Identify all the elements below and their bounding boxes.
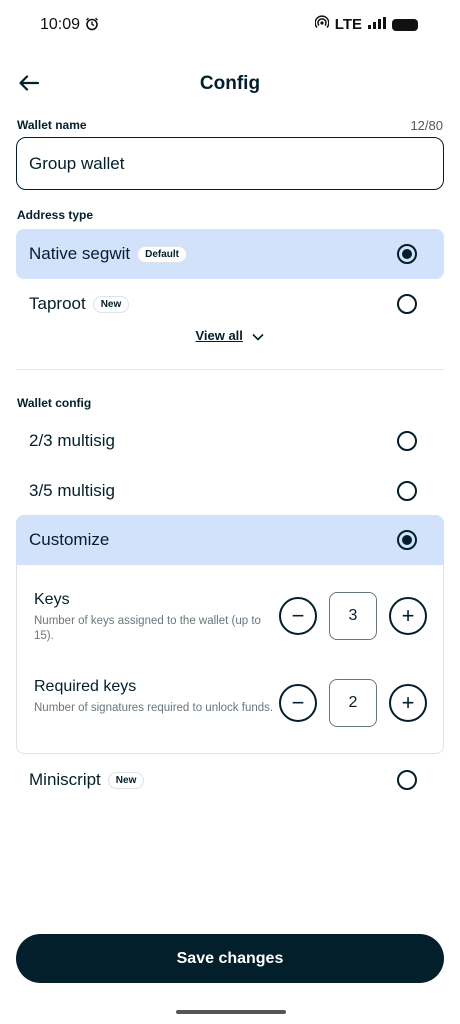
page-title: Config	[199, 73, 261, 94]
keys-decrement-button[interactable]: −	[279, 597, 317, 635]
config-option-customize[interactable]: Customize	[16, 515, 444, 565]
option-label: Taproot	[29, 294, 86, 313]
view-all-link[interactable]: View all	[0, 328, 460, 343]
config-option-miniscript[interactable]: Miniscript New	[16, 755, 444, 805]
option-label: 3/5 multisig	[29, 481, 115, 500]
status-icons: LTE	[314, 15, 418, 34]
alarm-icon	[85, 17, 99, 36]
radio-unselected[interactable]	[397, 431, 417, 451]
wallet-name-input[interactable]	[16, 137, 444, 190]
config-option-3of5[interactable]: 3/5 multisig	[16, 466, 444, 516]
chevron-down-icon	[247, 328, 265, 343]
plus-icon: +	[401, 690, 415, 715]
required-keys-description: Number of signatures required to unlock …	[34, 702, 274, 714]
option-label: Native segwit	[29, 244, 131, 263]
config-option-2of3[interactable]: 2/3 multisig	[16, 416, 444, 466]
app-bar: Config	[0, 62, 460, 106]
keys-description: Number of keys assigned to the wallet (u…	[34, 615, 261, 642]
home-indicator[interactable]	[176, 1010, 286, 1014]
required-keys-decrement-button[interactable]: −	[279, 684, 317, 722]
signal-icon	[368, 16, 386, 34]
save-changes-button[interactable]: Save changes	[16, 934, 444, 983]
customize-panel: Keys Number of keys assigned to the wall…	[16, 565, 444, 754]
view-all-label: View all	[195, 328, 243, 343]
option-label: 2/3 multisig	[29, 431, 115, 450]
radio-selected[interactable]	[397, 244, 417, 264]
address-option-native-segwit[interactable]: Native segwit Default	[16, 229, 444, 279]
required-keys-value[interactable]: 2	[329, 679, 377, 727]
default-badge: Default	[137, 245, 188, 263]
keys-increment-button[interactable]: +	[389, 597, 427, 635]
option-label: Miniscript	[29, 770, 101, 789]
status-time: 10:09	[40, 16, 81, 33]
divider	[16, 369, 444, 370]
network-type: LTE	[334, 16, 362, 33]
required-keys-title: Required keys	[34, 678, 137, 695]
status-bar: 10:09 LTE	[0, 0, 460, 52]
required-keys-increment-button[interactable]: +	[389, 684, 427, 722]
wallet-name-counter: 12/80	[410, 118, 443, 133]
wallet-config-label: Wallet config	[17, 396, 92, 410]
keys-title: Keys	[34, 591, 70, 608]
radio-unselected[interactable]	[397, 294, 417, 314]
minus-icon: −	[291, 690, 305, 715]
wallet-name-label: Wallet name	[17, 118, 87, 132]
minus-icon: −	[291, 603, 305, 628]
new-badge: New	[107, 771, 145, 789]
radio-selected[interactable]	[397, 530, 417, 550]
keys-value[interactable]: 3	[329, 592, 377, 640]
plus-icon: +	[401, 603, 415, 628]
radio-unselected[interactable]	[397, 770, 417, 790]
address-option-taproot[interactable]: Taproot New	[16, 279, 444, 329]
option-label: Customize	[29, 530, 110, 549]
hotspot-icon	[314, 15, 330, 34]
address-type-label: Address type	[17, 208, 94, 222]
new-badge: New	[92, 295, 130, 313]
radio-unselected[interactable]	[397, 481, 417, 501]
battery-icon	[392, 18, 418, 31]
